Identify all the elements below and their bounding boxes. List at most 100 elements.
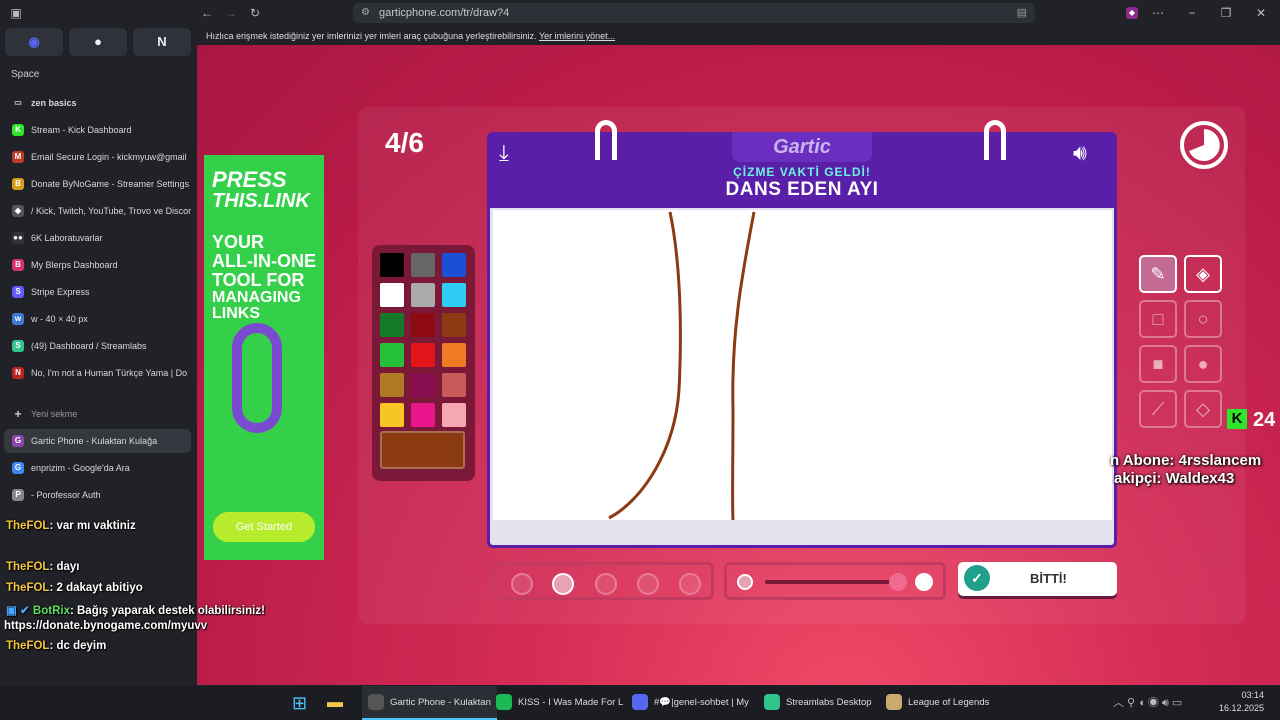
- color-swatch[interactable]: [380, 373, 404, 397]
- tab-label: (49) Dashboard / Streamlabs: [31, 341, 147, 351]
- done-button[interactable]: ✓ BİTTİ!: [958, 562, 1117, 596]
- overlay-follow: akipçi: Waldex43: [1114, 470, 1235, 487]
- taskbar-item[interactable]: League of Legends: [886, 686, 989, 720]
- clock-time: 03:14: [1241, 690, 1264, 700]
- chain-graphic: [232, 323, 282, 433]
- color-swatch[interactable]: [411, 403, 435, 427]
- size-3[interactable]: [595, 573, 617, 595]
- color-swatch[interactable]: [380, 343, 404, 367]
- color-swatch[interactable]: [442, 313, 466, 337]
- ellipse-outline-tool[interactable]: ○: [1184, 300, 1222, 338]
- download-drawing-icon[interactable]: ⤓: [499, 140, 509, 166]
- open-tab[interactable]: P - Porofessor Auth: [4, 483, 191, 507]
- extension-icon[interactable]: ◆: [1126, 7, 1138, 19]
- color-swatch[interactable]: [442, 283, 466, 307]
- folder-icon: ▭: [14, 98, 22, 107]
- close-window-button[interactable]: ✕: [1253, 5, 1269, 21]
- sidebar-tab[interactable]: B Donate ByNoGame - Streamer Settings: [4, 172, 191, 196]
- speaker-icon[interactable]: 🔊︎: [1073, 140, 1087, 166]
- size-2[interactable]: [552, 573, 574, 595]
- sidebar-tab[interactable]: ◆ / Kick, Twitch, YouTube, Trovo ve Disco…: [4, 199, 191, 223]
- fill-bucket-tool[interactable]: ◇: [1184, 390, 1222, 428]
- drawing-canvas[interactable]: [487, 208, 1117, 548]
- drawing-surface[interactable]: [493, 210, 1112, 520]
- ad-banner[interactable]: PRESS THIS.LINK YOUR ALL-IN-ONE TOOL FOR…: [204, 155, 324, 560]
- size-5[interactable]: [679, 573, 701, 595]
- color-swatch[interactable]: [380, 283, 404, 307]
- color-swatch[interactable]: [380, 403, 404, 427]
- taskbar-item[interactable]: #💬|genel-sohbet | My: [632, 686, 749, 720]
- size-1[interactable]: [511, 573, 533, 595]
- sidebar-toggle-icon[interactable]: ▣: [8, 5, 24, 21]
- ellipse-fill-tool[interactable]: ●: [1184, 345, 1222, 383]
- line-tool[interactable]: ⟋: [1139, 390, 1177, 428]
- sidebar-tab[interactable]: N No, I'm not a Human Türkçe Yama | Do: [4, 361, 191, 385]
- color-swatch[interactable]: [442, 403, 466, 427]
- color-swatch[interactable]: [411, 343, 435, 367]
- reload-icon[interactable]: ↻: [247, 5, 263, 21]
- chat-line: TheFOL: var mı vaktiniz: [6, 520, 136, 532]
- pinned-notion[interactable]: N: [133, 28, 191, 56]
- sidebar-tab[interactable]: S (49) Dashboard / Streamlabs: [4, 334, 191, 358]
- sidebar-tab[interactable]: B My Blerps Dashboard: [4, 253, 191, 277]
- taskbar-label: KISS - I Was Made For L: [518, 697, 624, 708]
- new-tab-button[interactable]: + Yeni sekme: [4, 402, 191, 426]
- taskbar-item[interactable]: Streamlabs Desktop: [764, 686, 872, 720]
- maximize-button[interactable]: ❐: [1218, 5, 1234, 21]
- forward-icon[interactable]: →: [223, 5, 239, 21]
- tab-label: My Blerps Dashboard: [31, 260, 118, 270]
- pinned-github[interactable]: ●: [69, 28, 127, 56]
- folder-zen-basics[interactable]: ▭ zen basics: [4, 91, 191, 115]
- kick-viewer-count: K 24: [1227, 409, 1275, 432]
- file-explorer-icon[interactable]: ▬: [327, 686, 343, 720]
- start-button[interactable]: ⊞: [292, 686, 307, 720]
- manage-bookmarks-link[interactable]: Yer imlerini yönet...: [539, 31, 615, 41]
- color-swatch[interactable]: [380, 313, 404, 337]
- pen-tool[interactable]: ✎: [1139, 255, 1177, 293]
- eraser-tool[interactable]: ◈: [1184, 255, 1222, 293]
- size-4[interactable]: [637, 573, 659, 595]
- rectangle-fill-tool[interactable]: ■: [1139, 345, 1177, 383]
- site-info-icon[interactable]: ⚙: [361, 3, 370, 23]
- menu-icon[interactable]: ⋯: [1150, 5, 1166, 21]
- taskbar-item[interactable]: Gartic Phone - Kulaktan: [362, 686, 497, 720]
- sidebar-tab[interactable]: K Stream - Kick Dashboard: [4, 118, 191, 142]
- back-icon[interactable]: ←: [199, 5, 215, 21]
- tray-icons[interactable]: ︿ ⚲ ◖ ◉ 🔊︎ ▭: [1113, 686, 1182, 720]
- new-tab-label: Yeni sekme: [31, 409, 78, 419]
- address-bar[interactable]: ⚙ garticphone.com/tr/draw?4 ▤: [353, 3, 1035, 23]
- open-tab[interactable]: G Gartic Phone - Kulaktan Kulağa: [4, 429, 191, 453]
- pinned-discord[interactable]: ◉: [5, 28, 63, 56]
- system-clock[interactable]: 03:14 16.12.2025: [1219, 689, 1264, 715]
- sidebar-tab[interactable]: S Stripe Express: [4, 280, 191, 304]
- rectangle-outline-tool[interactable]: □: [1139, 300, 1177, 338]
- color-swatch[interactable]: [411, 373, 435, 397]
- taskbar-label: Gartic Phone - Kulaktan: [390, 697, 491, 708]
- sidebar-tab[interactable]: ●● 6K Laboratuvarlar: [4, 226, 191, 250]
- color-swatch[interactable]: [411, 253, 435, 277]
- ad-line-1: PRESS: [212, 167, 287, 192]
- minimize-button[interactable]: −: [1184, 5, 1200, 21]
- sidebar-tab[interactable]: M Email Secure Login - kickmyuw@gmail: [4, 145, 191, 169]
- folder-label: zen basics: [31, 98, 77, 108]
- selected-color-preview: [380, 431, 465, 469]
- plus-icon: +: [14, 407, 22, 421]
- opacity-slider[interactable]: [724, 562, 946, 600]
- color-swatch[interactable]: [380, 253, 404, 277]
- open-tab[interactable]: Genprizim - Google'da Ara: [4, 456, 191, 480]
- round-counter: 4/6: [385, 127, 424, 158]
- color-swatch[interactable]: [411, 313, 435, 337]
- color-swatch[interactable]: [442, 373, 466, 397]
- reader-mode-icon[interactable]: ▤: [1017, 3, 1027, 23]
- sidebar-tab[interactable]: w w - 40 × 40 px: [4, 307, 191, 331]
- color-swatch[interactable]: [411, 283, 435, 307]
- tab-favicon-icon: G: [12, 435, 24, 447]
- color-swatch[interactable]: [442, 343, 466, 367]
- windows-taskbar: ⊞ ▬ Gartic Phone - Kulaktan KISS - I Was …: [0, 686, 1280, 720]
- brush-size-selector: [494, 562, 714, 600]
- opacity-handle[interactable]: [889, 573, 907, 591]
- color-swatch[interactable]: [442, 253, 466, 277]
- tab-favicon-icon: ●●: [12, 232, 24, 244]
- ad-get-started-button[interactable]: Get Started: [213, 512, 315, 542]
- taskbar-item[interactable]: KISS - I Was Made For L: [496, 686, 623, 720]
